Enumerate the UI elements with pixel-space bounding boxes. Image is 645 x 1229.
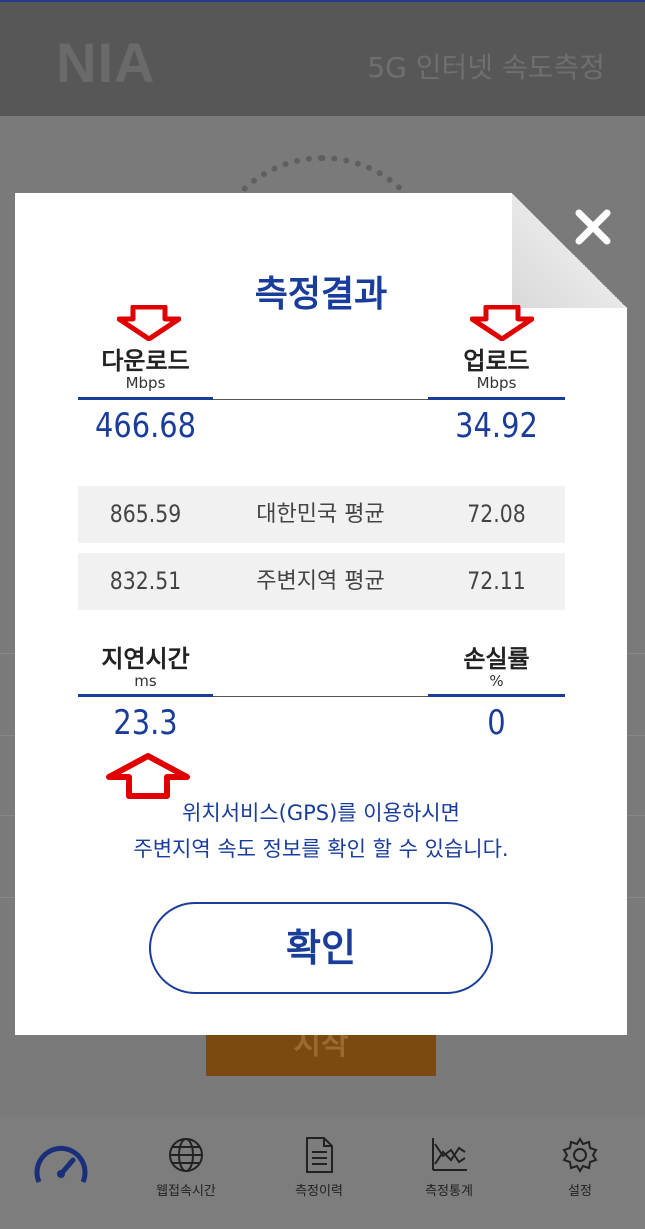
national-avg-label: 대한민국 평균 [256, 502, 385, 527]
gear-icon [562, 1137, 598, 1173]
loss-underline [428, 694, 565, 697]
nav-item-speed-test[interactable] [6, 1138, 116, 1190]
nav-label: 설정 [568, 1184, 592, 1199]
national-avg-download: 865.59 [109, 500, 182, 528]
latency-value: 23.3 [113, 703, 178, 743]
confirm-button[interactable]: 확인 [149, 902, 493, 994]
bottom-nav: 웹접속시간 측정이력 측정통계 설정 [0, 1116, 645, 1229]
latency-unit: ms [134, 672, 157, 690]
divider [213, 696, 428, 697]
upload-label: 업로드 [463, 347, 530, 375]
loss-value: 0 [487, 703, 506, 743]
nearby-average-row: 832.51 주변지역 평균 72.11 [78, 553, 565, 610]
loss-header: 손실률 % [428, 645, 565, 689]
upload-underline [428, 397, 565, 400]
latency-label: 지연시간 [101, 645, 190, 673]
nav-label: 측정통계 [425, 1184, 473, 1199]
national-average-row: 865.59 대한민국 평균 72.08 [78, 486, 565, 543]
app-title: 5G 인터넷 속도측정 [367, 51, 605, 84]
gps-notice: 위치서비스(GPS)를 이용하시면 주변지역 속도 정보를 확인 할 수 있습니… [15, 795, 627, 867]
gps-notice-line1: 위치서비스(GPS)를 이용하시면 [182, 801, 460, 825]
nav-label: 웹접속시간 [156, 1184, 216, 1199]
nav-item-settings[interactable]: 설정 [525, 1136, 635, 1199]
nearby-avg-upload: 72.11 [467, 567, 526, 595]
download-header: 다운로드 Mbps [78, 347, 213, 391]
gps-notice-line2: 주변지역 속도 정보를 확인 할 수 있습니다. [133, 837, 509, 861]
loss-label: 손실률 [463, 645, 530, 673]
dialog-title: 측정결과 [254, 274, 388, 315]
nearby-avg-label: 주변지역 평균 [256, 569, 385, 594]
close-icon[interactable] [571, 205, 615, 249]
download-value: 466.68 [94, 406, 197, 446]
nav-item-web-time[interactable]: 웹접속시간 [131, 1136, 241, 1199]
start-button-label: 시작 [293, 1034, 349, 1062]
national-avg-upload: 72.08 [467, 500, 526, 528]
download-label: 다운로드 [101, 347, 190, 375]
upload-value: 34.92 [455, 406, 538, 446]
chart-icon [432, 1138, 467, 1171]
nav-item-statistics[interactable]: 측정통계 [394, 1136, 504, 1199]
download-underline [78, 397, 213, 400]
loss-unit: % [489, 672, 504, 690]
speedometer-icon [34, 1145, 88, 1183]
down-arrow-icon [470, 305, 534, 341]
document-icon [306, 1137, 333, 1173]
nia-logo: NIA [56, 31, 156, 94]
globe-icon [169, 1138, 203, 1172]
upload-unit: Mbps [476, 374, 517, 392]
nav-label: 측정이력 [295, 1184, 343, 1199]
latency-header: 지연시간 ms [78, 645, 213, 689]
start-button[interactable]: 시작 [206, 1034, 436, 1076]
upload-header: 업로드 Mbps [428, 347, 565, 391]
divider [213, 399, 428, 400]
nearby-avg-download: 832.51 [109, 567, 182, 595]
up-arrow-icon [106, 753, 190, 799]
latency-underline [78, 694, 213, 697]
result-dialog: 측정결과 다운로드 Mbps 업로드 Mbps 466.68 34.92 865… [15, 193, 627, 1035]
app-header: NIA 5G 인터넷 속도측정 [0, 0, 645, 116]
down-arrow-icon [117, 305, 181, 341]
nav-item-history[interactable]: 측정이력 [264, 1136, 374, 1199]
download-unit: Mbps [125, 374, 166, 392]
